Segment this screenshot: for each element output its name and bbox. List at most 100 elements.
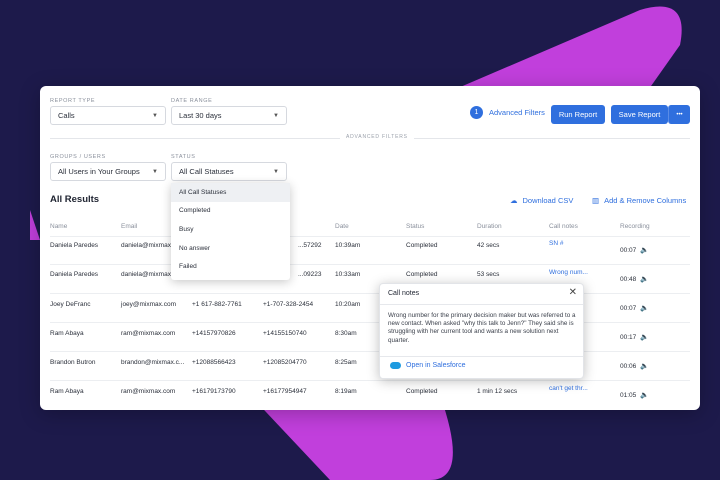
column-header-recording[interactable]: Recording [620,223,650,230]
row-name: Daniela Paredes [50,271,99,278]
row-status: Completed [406,388,438,395]
recording-time: 00:48 [620,276,637,283]
salesforce-cloud-icon [390,362,401,369]
row-recording[interactable]: 00:06 🔈 [620,362,649,370]
column-header-name[interactable]: Name [50,223,67,230]
row-date: 10:33am [335,271,361,278]
row-email: daniela@mixmax... [121,242,177,249]
column-header-email[interactable]: Email [121,223,137,230]
date-range-value: Last 30 days [179,111,222,120]
row-name: Joey DeFranc [50,301,91,308]
dropdown-option-failed[interactable]: Failed [171,257,290,276]
date-range-label: DATE RANGE [171,98,213,104]
header-divider [50,236,690,237]
row-recording[interactable]: 00:48 🔈 [620,275,649,283]
column-header-status[interactable]: Status [406,223,424,230]
status-value: All Call Statuses [179,167,234,176]
row-name: Daniela Paredes [50,242,99,249]
report-type-label: REPORT TYPE [50,98,96,104]
run-report-button[interactable]: Run Report [551,105,605,124]
row-from-number: +12088566423 [192,359,236,366]
cloud-download-icon: ☁ [510,196,518,205]
report-type-value: Calls [58,111,75,120]
date-range-select[interactable]: Last 30 days ▼ [171,106,287,125]
row-divider [50,322,690,323]
groups-value: All Users in Your Groups [58,167,140,176]
row-divider [50,264,690,265]
row-name: Brandon Butron [50,359,96,366]
recording-time: 00:07 [620,305,637,312]
speaker-icon[interactable]: 🔈 [640,333,649,341]
results-title: All Results [50,194,100,205]
report-type-select[interactable]: Calls ▼ [50,106,166,125]
chevron-down-icon: ▼ [152,112,158,119]
row-divider [50,293,690,294]
dropdown-option-busy[interactable]: Busy [171,220,290,239]
row-to-number: +1-707-328-2454 [263,301,314,308]
popup-title: Call notes [388,290,420,297]
row-email: brandon@mixmax.c... [121,359,185,366]
chevron-down-icon: ▼ [152,168,158,175]
add-remove-columns-link[interactable]: ▥ Add & Remove Columns [592,196,686,205]
more-options-button[interactable]: ••• [668,105,690,124]
status-select[interactable]: All Call Statuses ▼ [171,162,287,181]
recording-time: 00:07 [620,247,637,254]
row-to-number: ...09223 [298,271,322,278]
row-from-number: +1 617-882-7761 [192,301,242,308]
row-name: Ram Abaya [50,330,84,337]
salesforce-link-label: Open in Salesforce [406,362,466,369]
row-date: 8:30am [335,330,357,337]
dropdown-option-no-answer[interactable]: No answer [171,239,290,258]
row-email: joey@mixmax.com [121,301,176,308]
row-from-number: +14157970826 [192,330,236,337]
row-recording[interactable]: 00:17 🔈 [620,333,649,341]
status-dropdown-menu: All Call Statuses Completed Busy No answ… [171,183,290,280]
speaker-icon[interactable]: 🔈 [640,246,649,254]
popup-divider [380,304,583,305]
row-recording[interactable]: 01:05 🔈 [620,391,649,399]
columns-icon: ▥ [592,196,600,205]
advanced-filters-toggle[interactable]: 1 Advanced Filters [470,106,545,119]
call-notes-popup: Call notes ✕ Wrong number for the primar… [379,283,584,379]
speaker-icon[interactable]: 🔈 [640,275,649,283]
row-email: ram@mixmax.com [121,330,176,337]
row-recording[interactable]: 00:07 🔈 [620,246,649,254]
column-header-date[interactable]: Date [335,223,349,230]
speaker-icon[interactable]: 🔈 [640,362,649,370]
open-salesforce-link[interactable]: Open in Salesforce [390,362,466,369]
groups-label: GROUPS / USERS [50,154,106,160]
row-duration: 42 secs [477,242,500,249]
status-label: STATUS [171,154,196,160]
row-status: Completed [406,242,438,249]
download-csv-link[interactable]: ☁ Download CSV [510,196,573,205]
row-to-number: +12085204770 [263,359,307,366]
row-to-number: ...57292 [298,242,322,249]
speaker-icon[interactable]: 🔈 [640,304,649,312]
row-from-number: +16179173790 [192,388,236,395]
row-email: ram@mixmax.com [121,388,176,395]
dropdown-option-completed[interactable]: Completed [171,202,290,221]
speaker-icon[interactable]: 🔈 [640,391,649,399]
column-header-call-notes[interactable]: Call notes [549,223,578,230]
row-call-notes[interactable]: can't get thr... [549,385,588,392]
popup-divider [380,356,583,357]
advanced-filters-count: 1 [470,106,483,119]
row-duration: 53 secs [477,271,500,278]
row-date: 10:20am [335,301,361,308]
row-to-number: +16177954947 [263,388,307,395]
row-call-notes[interactable]: SN # [549,240,563,247]
column-header-duration[interactable]: Duration [477,223,502,230]
advanced-divider-label: ADVANCED FILTERS [340,134,414,140]
recording-time: 01:05 [620,392,637,399]
row-divider [50,380,690,381]
row-call-notes[interactable]: Wrong num... [549,269,588,276]
download-csv-label: Download CSV [522,196,574,205]
report-card: REPORT TYPE Calls ▼ DATE RANGE Last 30 d… [40,86,700,410]
groups-select[interactable]: All Users in Your Groups ▼ [50,162,166,181]
row-status: Completed [406,271,438,278]
save-report-button[interactable]: Save Report [611,105,668,124]
row-recording[interactable]: 00:07 🔈 [620,304,649,312]
dropdown-option-all-call-statuses[interactable]: All Call Statuses [171,183,290,202]
row-date: 10:39am [335,242,361,249]
close-icon[interactable]: ✕ [569,287,577,298]
